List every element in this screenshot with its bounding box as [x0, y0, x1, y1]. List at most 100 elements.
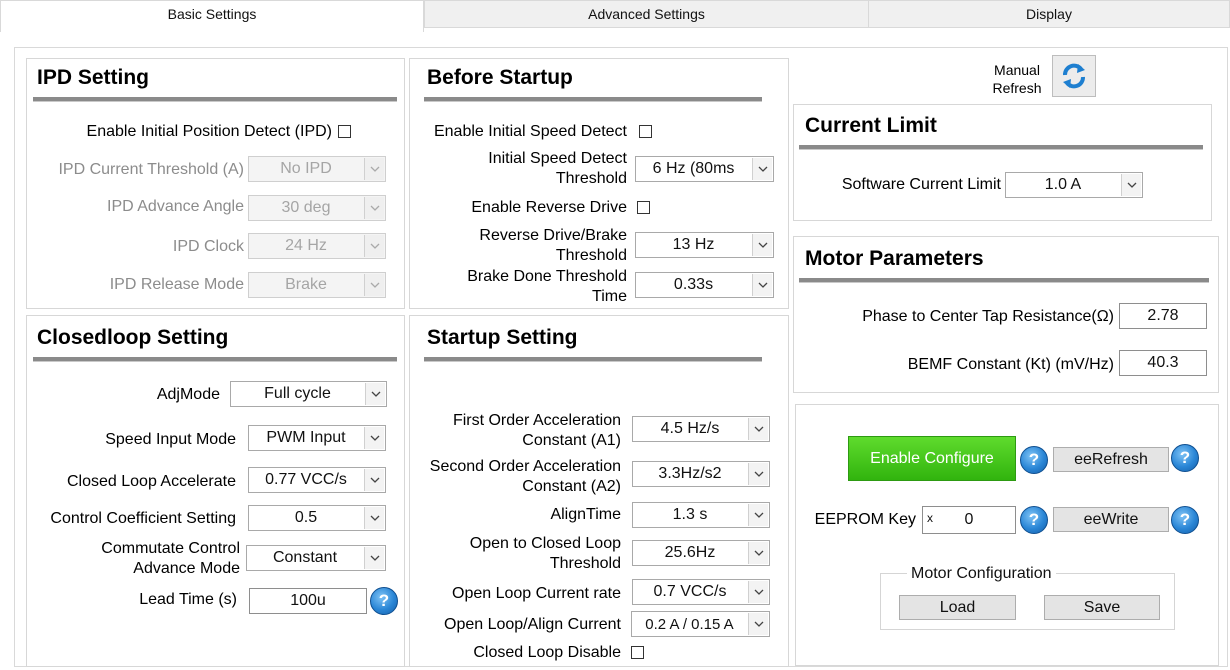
ipd-advance-angle-select[interactable]: 30 deg [248, 195, 386, 221]
select-value: 1.3 s [672, 506, 708, 523]
help-icon[interactable]: ? [1020, 446, 1048, 474]
eeprom-key-value: 0 [964, 511, 974, 528]
enable-configure-button[interactable]: Enable Configure [848, 436, 1016, 481]
select-value: 24 Hz [285, 237, 327, 254]
commutate-advance-mode-select[interactable]: Constant [246, 545, 386, 571]
closed-loop-accelerate-select[interactable]: 0.77 VCC/s [248, 467, 386, 493]
manual-refresh-button[interactable] [1052, 55, 1096, 97]
select-value: Brake [285, 276, 327, 293]
tab-label: Basic Settings [167, 6, 257, 22]
load-button[interactable]: Load [899, 595, 1016, 620]
current-limit-title: Current Limit [805, 114, 937, 137]
enable-reverse-drive-checkbox[interactable] [637, 201, 650, 214]
a1-label-1: First Order Acceleration [452, 412, 621, 429]
resistance-field[interactable]: 2.78 [1119, 303, 1207, 329]
motor-parameters-title: Motor Parameters [805, 247, 984, 270]
chevron-down-icon [364, 547, 384, 569]
select-value: 1.0 A [1044, 176, 1082, 193]
select-value: 0.5 [294, 509, 318, 526]
ipd-release-mode-select[interactable]: Brake [248, 272, 386, 298]
bemf-constant-field[interactable]: 40.3 [1119, 350, 1207, 376]
tab-label: Display [1026, 6, 1072, 22]
closed-loop-disable-label: Closed Loop Disable [473, 644, 621, 661]
commutate-label-2: Advance Mode [133, 560, 240, 577]
ipd-current-threshold-select[interactable]: No IPD [248, 156, 386, 182]
bemf-constant-label: BEMF Constant (Kt) (mV/Hz) [907, 356, 1114, 373]
motor-parameters-title-rule [799, 278, 1209, 283]
open-closed-label-1: Open to Closed Loop [469, 535, 621, 552]
speed-threshold-label-2: Threshold [555, 170, 627, 187]
brake-threshold-select[interactable]: 0.33s [635, 272, 774, 298]
speed-input-mode-select[interactable]: PWM Input [248, 425, 386, 451]
help-icon[interactable]: ? [1171, 444, 1199, 472]
tab-basic-settings[interactable]: Basic Settings [0, 0, 424, 32]
reverse-threshold-label-1: Reverse Drive/Brake [479, 227, 627, 244]
lead-time-label: Lead Time (s) [139, 591, 237, 608]
ee-refresh-button[interactable]: eeRefresh [1053, 447, 1169, 472]
a2-label-1: Second Order Acceleration [429, 458, 621, 475]
speed-threshold-select[interactable]: 6 Hz (80ms [635, 156, 774, 182]
eeprom-key-field[interactable]: x 0 [922, 506, 1016, 534]
ee-write-button[interactable]: eeWrite [1053, 507, 1169, 532]
select-value: 6 Hz (80ms [652, 160, 735, 177]
motor-configuration-title: Motor Configuration [907, 565, 1056, 583]
help-icon[interactable]: ? [370, 587, 398, 615]
select-value: PWM Input [266, 429, 346, 446]
reverse-threshold-label-2: Threshold [555, 247, 627, 264]
chevron-down-icon [364, 197, 384, 219]
open-loop-current-rate-select[interactable]: 0.7 VCC/s [632, 579, 770, 605]
select-value: Constant [272, 549, 338, 566]
ipd-title: IPD Setting [37, 66, 150, 89]
select-value: 30 deg [281, 199, 331, 216]
a1-select[interactable]: 4.5 Hz/s [632, 416, 770, 442]
chevron-down-icon [364, 235, 384, 257]
software-current-limit-select[interactable]: 1.0 A [1005, 172, 1143, 198]
closed-loop-disable-checkbox[interactable] [631, 646, 644, 659]
control-coefficient-select[interactable]: 0.5 [248, 505, 386, 531]
ipd-release-mode-label: IPD Release Mode [109, 276, 244, 293]
open-closed-label-2: Threshold [549, 555, 621, 572]
lead-time-field[interactable]: 100u [249, 588, 367, 614]
open-closed-threshold-select[interactable]: 25.6Hz [632, 540, 770, 566]
tab-label: Advanced Settings [588, 6, 705, 22]
enable-ipd-checkbox[interactable] [338, 125, 351, 138]
select-value: 0.77 VCC/s [265, 471, 347, 488]
ipd-title-rule [33, 97, 397, 102]
chevron-down-icon [365, 383, 385, 405]
chevron-down-icon [752, 234, 772, 256]
enable-speed-detect-checkbox[interactable] [639, 125, 652, 138]
open-loop-align-current-select[interactable]: 0.2 A / 0.15 A [631, 611, 770, 637]
chevron-down-icon [1121, 174, 1141, 196]
help-icon[interactable]: ? [1171, 506, 1199, 534]
a2-select[interactable]: 3.3Hz/s2 [632, 461, 770, 487]
save-button[interactable]: Save [1044, 595, 1160, 620]
current-limit-title-rule [799, 145, 1203, 150]
before-startup-title-rule [424, 97, 762, 102]
chevron-down-icon [364, 274, 384, 296]
startup-title-rule [424, 357, 762, 362]
closedloop-title: Closedloop Setting [37, 326, 229, 349]
chevron-down-icon [748, 542, 768, 564]
chevron-down-icon [364, 427, 384, 449]
open-loop-align-current-label: Open Loop/Align Current [444, 616, 621, 633]
help-icon[interactable]: ? [1020, 506, 1048, 534]
eeprom-key-label: EEPROM Key [814, 511, 916, 528]
adj-mode-select[interactable]: Full cycle [230, 381, 387, 407]
tab-advanced-settings[interactable]: Advanced Settings [424, 0, 869, 28]
chevron-down-icon [748, 613, 768, 635]
open-loop-current-rate-label: Open Loop Current rate [452, 585, 621, 602]
a1-label-2: Constant (A1) [522, 432, 621, 449]
brake-threshold-label-1: Brake Done Threshold [467, 268, 627, 285]
manual-refresh-label-2: Refresh [992, 80, 1042, 96]
tab-display[interactable]: Display [868, 0, 1230, 28]
commutate-label-1: Commutate Control [101, 540, 240, 557]
chevron-down-icon [752, 158, 772, 180]
refresh-icon [1059, 61, 1089, 91]
select-value: 25.6Hz [664, 544, 716, 561]
ipd-clock-select[interactable]: 24 Hz [248, 233, 386, 259]
speed-threshold-label-1: Initial Speed Detect [488, 150, 627, 167]
eeprom-key-prefix: x [927, 511, 933, 525]
enable-reverse-drive-label: Enable Reverse Drive [471, 199, 627, 216]
align-time-select[interactable]: 1.3 s [632, 502, 770, 528]
reverse-threshold-select[interactable]: 13 Hz [635, 232, 774, 258]
